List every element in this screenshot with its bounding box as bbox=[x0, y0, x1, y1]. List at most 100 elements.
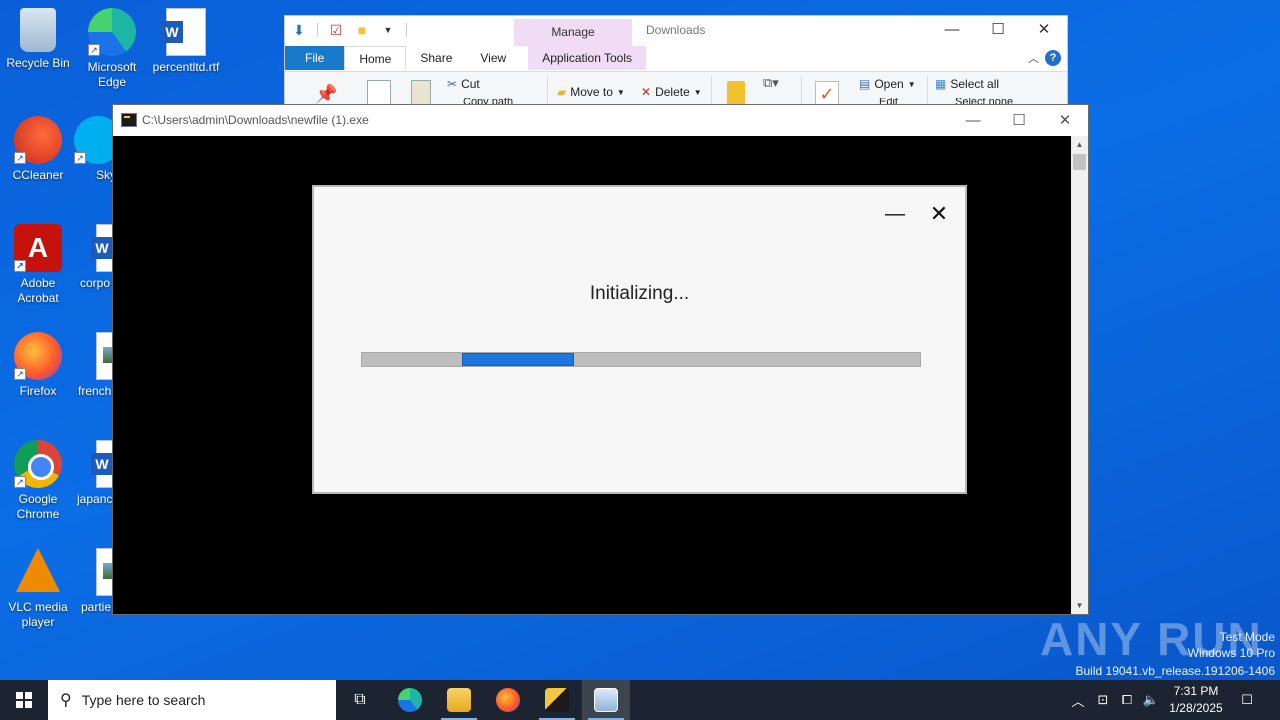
taskbar-installer[interactable] bbox=[582, 680, 630, 720]
installer-status-text: Initializing... bbox=[589, 283, 690, 304]
desktop-icon-vlc[interactable]: VLC media player bbox=[0, 548, 76, 630]
taskbar-file-explorer[interactable] bbox=[435, 680, 483, 720]
delete-button[interactable]: ✕ Delete ▼ bbox=[641, 85, 702, 99]
desktop-icon-edge[interactable]: ↗ Microsoft Edge bbox=[74, 8, 150, 90]
close-button[interactable]: ✕ bbox=[1021, 16, 1067, 44]
download-arrow-icon[interactable]: ⬇ bbox=[291, 22, 307, 38]
tray-device-icon[interactable]: ⊡ bbox=[1092, 680, 1114, 720]
pin-icon[interactable]: 📌 bbox=[315, 84, 337, 105]
select-all-label: Select all bbox=[950, 77, 1000, 91]
desktop-icon-label: VLC media player bbox=[8, 600, 68, 629]
dialog-close-button[interactable]: ✕ bbox=[928, 203, 950, 225]
search-input[interactable] bbox=[81, 692, 302, 708]
move-to-button[interactable]: ▰ Move to ▼ bbox=[557, 85, 625, 99]
network-icon[interactable]: ⧠ bbox=[1116, 680, 1138, 720]
taskbar-clock[interactable]: 7:31 PM 1/28/2025 bbox=[1160, 683, 1232, 717]
desktop-icon-label: percentltd.rtf bbox=[152, 60, 220, 74]
close-button[interactable]: ✕ bbox=[1042, 105, 1088, 136]
console-scrollbar[interactable]: ▲ ▼ bbox=[1071, 136, 1088, 614]
cut-label: Cut bbox=[461, 77, 480, 91]
ribbon-collapse-icon[interactable]: ︿ bbox=[1028, 50, 1039, 66]
tray-overflow-chevron-icon[interactable]: ︿ bbox=[1068, 680, 1088, 720]
image-file-icon bbox=[96, 332, 112, 380]
scroll-up-icon[interactable]: ▲ bbox=[1071, 136, 1088, 153]
notification-center-icon[interactable]: ☐ bbox=[1236, 680, 1258, 720]
desktop-icon-label: CCleaner bbox=[12, 168, 64, 182]
tab-view[interactable]: View bbox=[466, 46, 520, 70]
desktop-icon-japanc[interactable]: W japanc bbox=[74, 440, 112, 507]
desktop-icon-recycle-bin[interactable]: Recycle Bin bbox=[0, 8, 76, 71]
desktop-icon-label: Adobe Acrobat bbox=[17, 276, 59, 305]
dialog-minimize-button[interactable]: — bbox=[884, 203, 906, 225]
properties-icon[interactable]: ☑ bbox=[328, 22, 344, 38]
windows-logo-icon bbox=[16, 692, 32, 708]
qat-separator bbox=[317, 23, 318, 37]
new-item-icon[interactable]: ⧉▾ bbox=[763, 75, 779, 91]
desktop-icon-label: partie bbox=[81, 600, 112, 614]
desktop-icon-skype[interactable]: ↗ Sky bbox=[74, 116, 112, 183]
vlc-icon bbox=[16, 548, 60, 592]
minimize-button[interactable]: — bbox=[929, 16, 975, 44]
watermark-edition: Windows 10 Pro bbox=[1187, 646, 1275, 660]
explorer-window: ⬇ ☑ ■ ▼ Manage Downloads — ☐ ✕ File Home… bbox=[284, 15, 1068, 116]
qat-dropdown-icon[interactable]: ▼ bbox=[380, 22, 396, 38]
word-document-icon: W bbox=[161, 8, 206, 56]
watermark-test-mode: Test Mode bbox=[1219, 630, 1275, 644]
taskbar-console[interactable] bbox=[533, 680, 581, 720]
image-file-icon bbox=[96, 548, 112, 596]
installer-app-icon bbox=[594, 688, 618, 712]
desktop-icon-percentltd[interactable]: W percentltd.rtf bbox=[148, 8, 224, 75]
delete-x-icon: ✕ bbox=[641, 85, 652, 99]
maximize-button[interactable]: ☐ bbox=[996, 105, 1042, 136]
tab-home[interactable]: Home bbox=[344, 46, 407, 70]
qat-separator bbox=[406, 23, 407, 37]
manage-context-tab[interactable]: Manage bbox=[514, 19, 632, 46]
tab-application-tools[interactable]: Application Tools bbox=[528, 46, 647, 70]
open-button[interactable]: ▤ Open ▼ bbox=[859, 77, 916, 91]
cut-button[interactable]: ✂ Cut bbox=[447, 77, 480, 91]
clock-date: 1/28/2025 bbox=[1169, 701, 1223, 715]
desktop-icon-ccleaner[interactable]: ↗ CCleaner bbox=[0, 116, 76, 183]
minimize-button[interactable]: — bbox=[950, 105, 996, 136]
skype-icon: ↗ bbox=[74, 116, 112, 164]
desktop-icon-corpo[interactable]: W corpo bbox=[74, 224, 112, 291]
delete-label: Delete bbox=[655, 85, 690, 99]
tab-file[interactable]: File bbox=[285, 46, 345, 70]
start-button[interactable] bbox=[0, 680, 48, 720]
desktop-icon-partie[interactable]: partie bbox=[74, 548, 112, 615]
ccleaner-icon: ↗ bbox=[14, 116, 62, 164]
desktop-icon-french[interactable]: french bbox=[74, 332, 112, 399]
select-all-button[interactable]: ▦ Select all bbox=[935, 77, 999, 91]
volume-icon[interactable]: 🔈 bbox=[1140, 680, 1162, 720]
scroll-down-icon[interactable]: ▼ bbox=[1071, 597, 1088, 614]
firefox-icon bbox=[496, 688, 520, 712]
edge-icon bbox=[398, 688, 422, 712]
console-app-icon bbox=[545, 688, 569, 712]
task-view-button[interactable]: ⧉ bbox=[336, 680, 384, 720]
acrobat-icon: A ↗ bbox=[14, 224, 62, 272]
new-folder-icon[interactable]: ■ bbox=[354, 22, 370, 38]
open-icon: ▤ bbox=[859, 77, 871, 91]
task-view-icon: ⧉ bbox=[354, 691, 366, 708]
taskbar-edge[interactable] bbox=[386, 680, 434, 720]
desktop-icon-label: corpo bbox=[80, 276, 111, 290]
desktop-icon-label: Recycle Bin bbox=[6, 56, 70, 70]
desktop-icon-chrome[interactable]: ↗ Google Chrome bbox=[0, 440, 76, 522]
watermark-build: Build 19041.vb_release.191206-1406 bbox=[1075, 664, 1276, 678]
firefox-icon: ↗ bbox=[14, 332, 62, 380]
help-icon[interactable]: ? bbox=[1045, 50, 1061, 66]
taskbar-firefox[interactable] bbox=[484, 680, 532, 720]
desktop-icon-firefox[interactable]: ↗ Firefox bbox=[0, 332, 76, 399]
scroll-thumb[interactable] bbox=[1073, 154, 1086, 170]
installer-dialog: — ✕ Initializing... bbox=[312, 185, 967, 494]
desktop-icon-acrobat[interactable]: A ↗ Adobe Acrobat bbox=[0, 224, 76, 306]
chevron-down-icon: ▼ bbox=[616, 87, 625, 97]
explorer-title: Downloads bbox=[646, 23, 706, 37]
taskbar-search[interactable]: ⚲ bbox=[48, 680, 336, 720]
chevron-down-icon: ▼ bbox=[693, 87, 702, 97]
maximize-button[interactable]: ☐ bbox=[975, 16, 1021, 44]
desktop-icon-label: japanc bbox=[77, 492, 112, 506]
tab-share[interactable]: Share bbox=[406, 46, 466, 70]
ribbon-tabs: File Home Share View Application Tools bbox=[285, 46, 1067, 70]
console-app-icon[interactable] bbox=[121, 113, 137, 127]
